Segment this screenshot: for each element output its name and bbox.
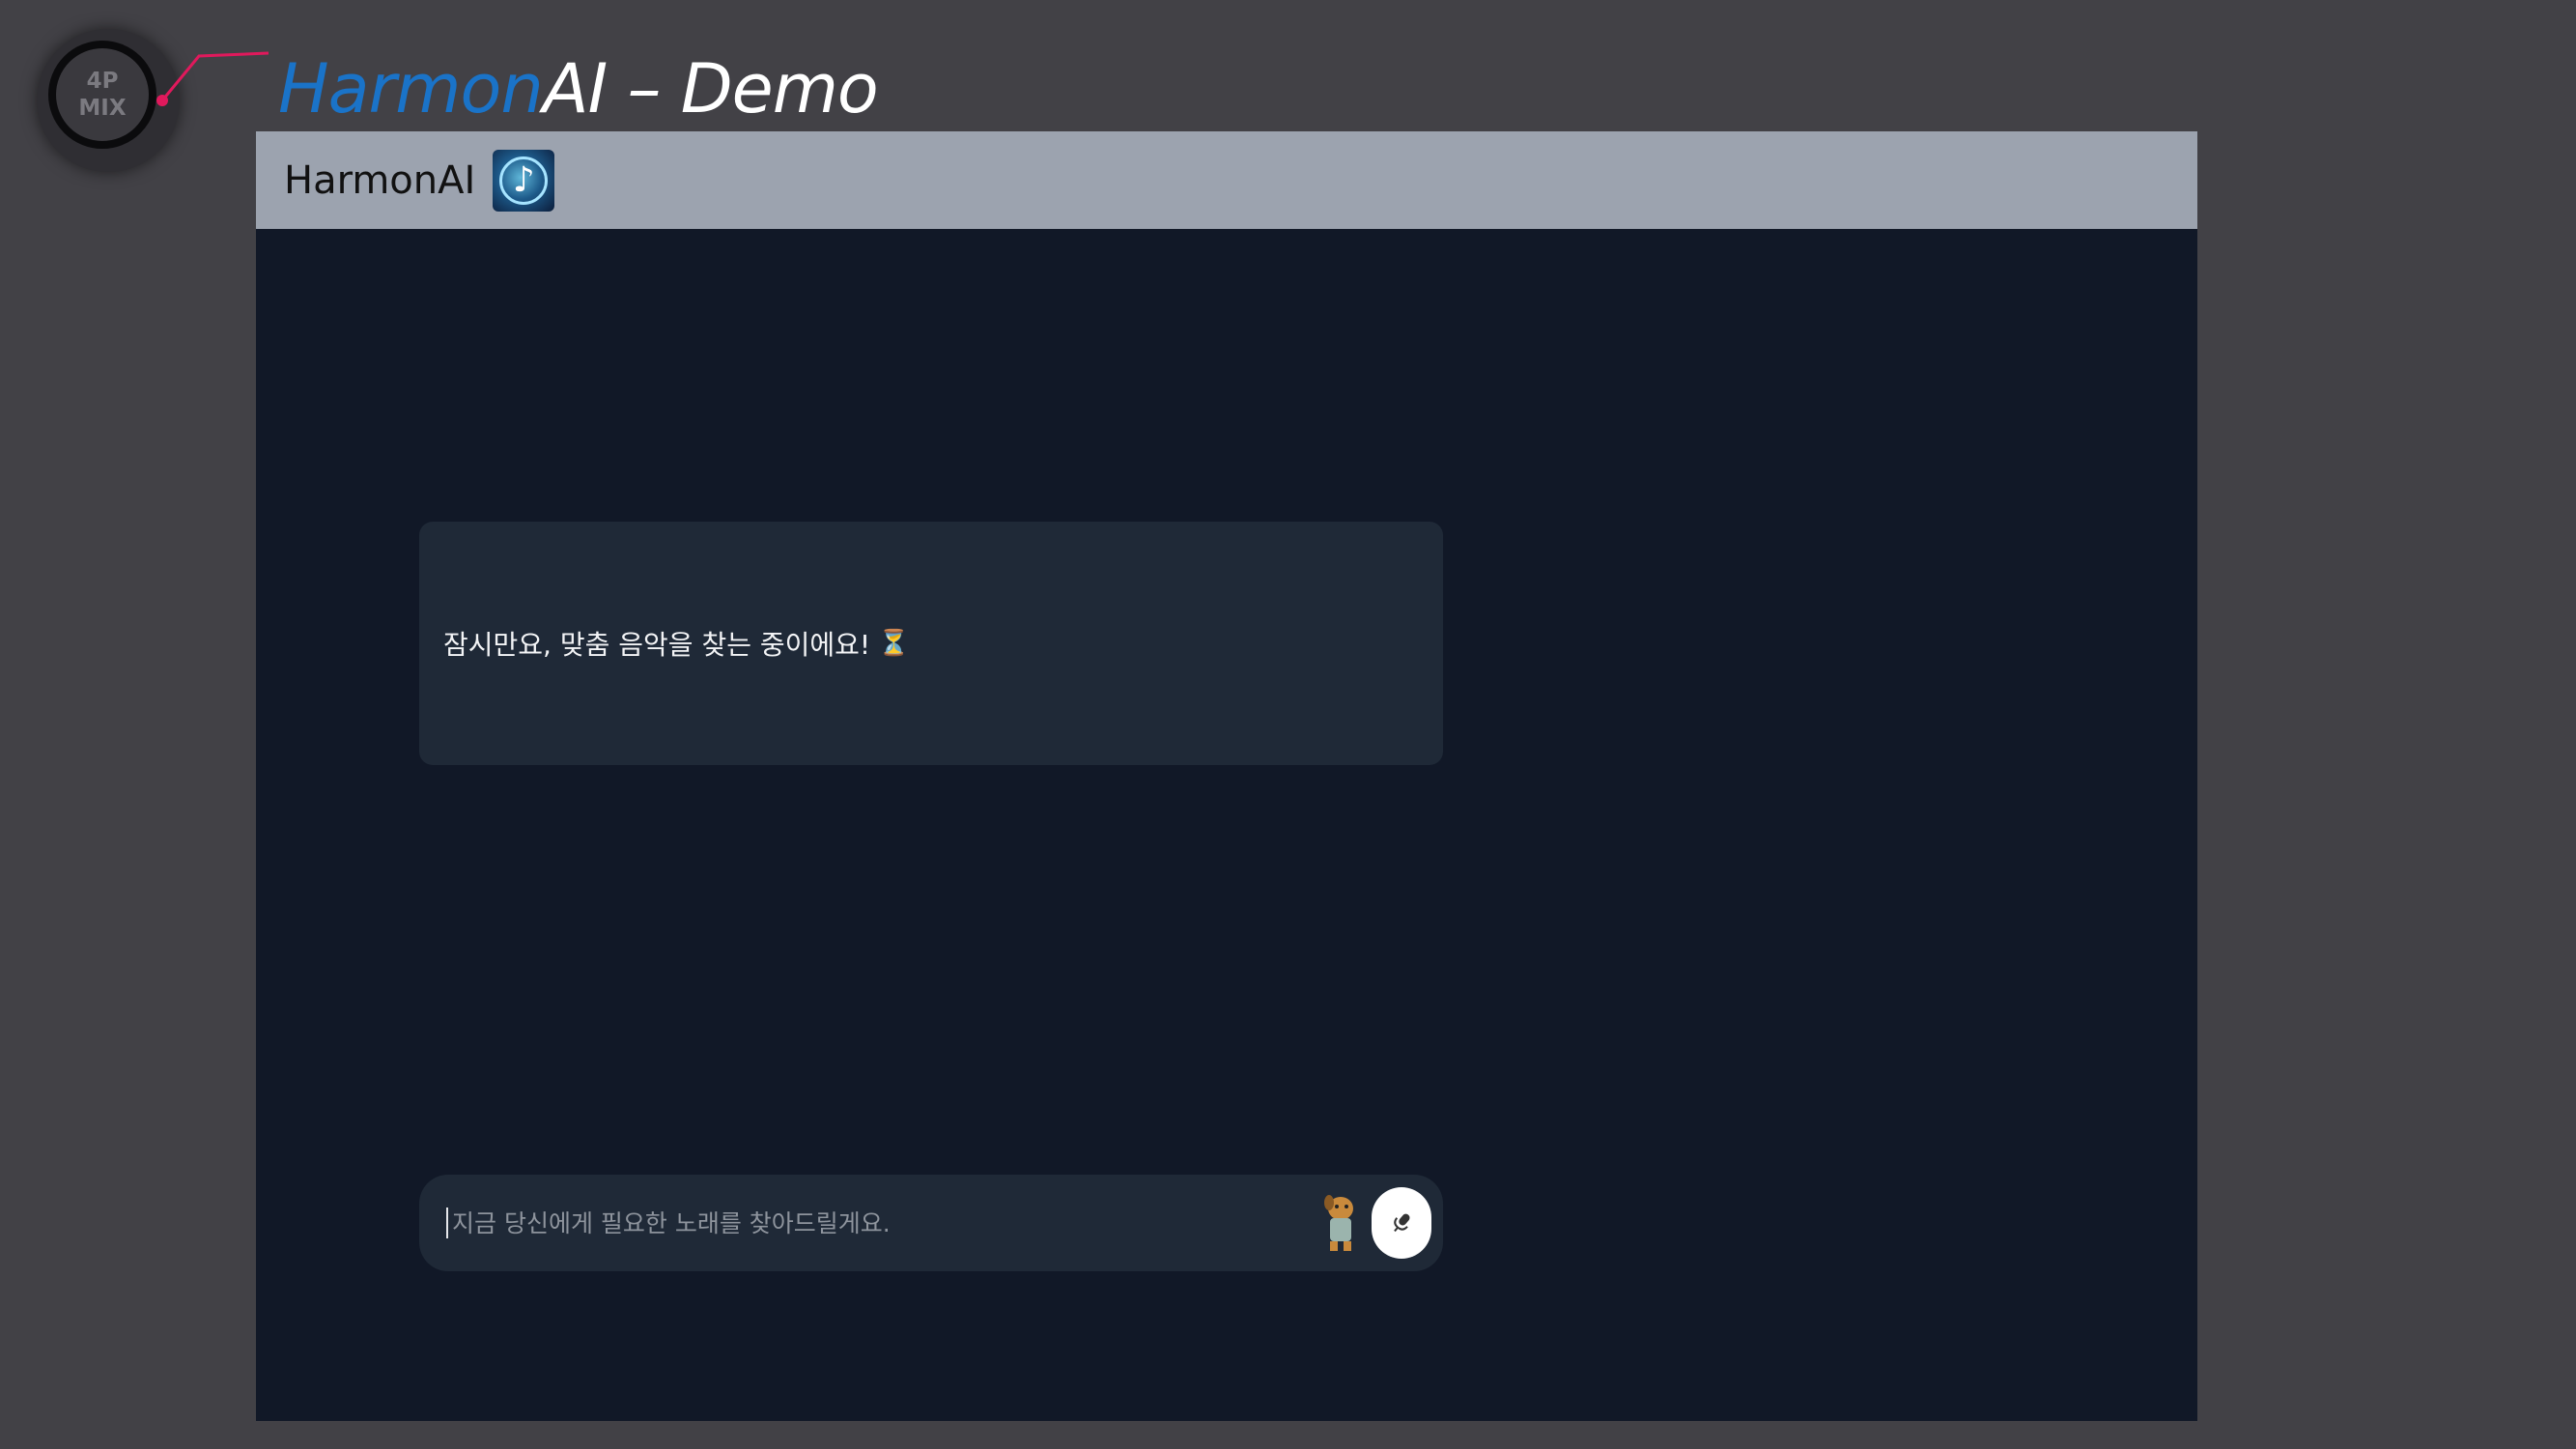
page-title: HarmonAI – Demo <box>278 48 879 129</box>
chat-input-bar <box>419 1175 1443 1271</box>
hourglass-icon: ⏳ <box>878 629 910 658</box>
dog-mascot-icon <box>1324 1195 1353 1251</box>
badge-line-1: 4P <box>86 69 119 94</box>
music-note-disc-icon: ♪ <box>493 149 555 212</box>
search-input[interactable] <box>446 1208 1317 1238</box>
loading-message-text: 잠시만요, 맞춤 음악을 찾는 중이에요! <box>443 629 871 661</box>
brand-badge: 4P MIX <box>48 41 156 149</box>
app-header: HarmonAI ♪ <box>256 131 2197 229</box>
connector-line <box>156 51 269 106</box>
loading-message-card: 잠시만요, 맞춤 음악을 찾는 중이에요! ⏳ <box>419 522 1443 765</box>
page-title-rest: AI – Demo <box>542 49 879 128</box>
microphone-icon <box>1394 1213 1410 1233</box>
microphone-button[interactable] <box>1372 1187 1431 1259</box>
app-name: HarmonAI <box>284 157 476 203</box>
page-title-accent: Harmon <box>278 49 544 128</box>
badge-line-2: MIX <box>78 96 127 121</box>
